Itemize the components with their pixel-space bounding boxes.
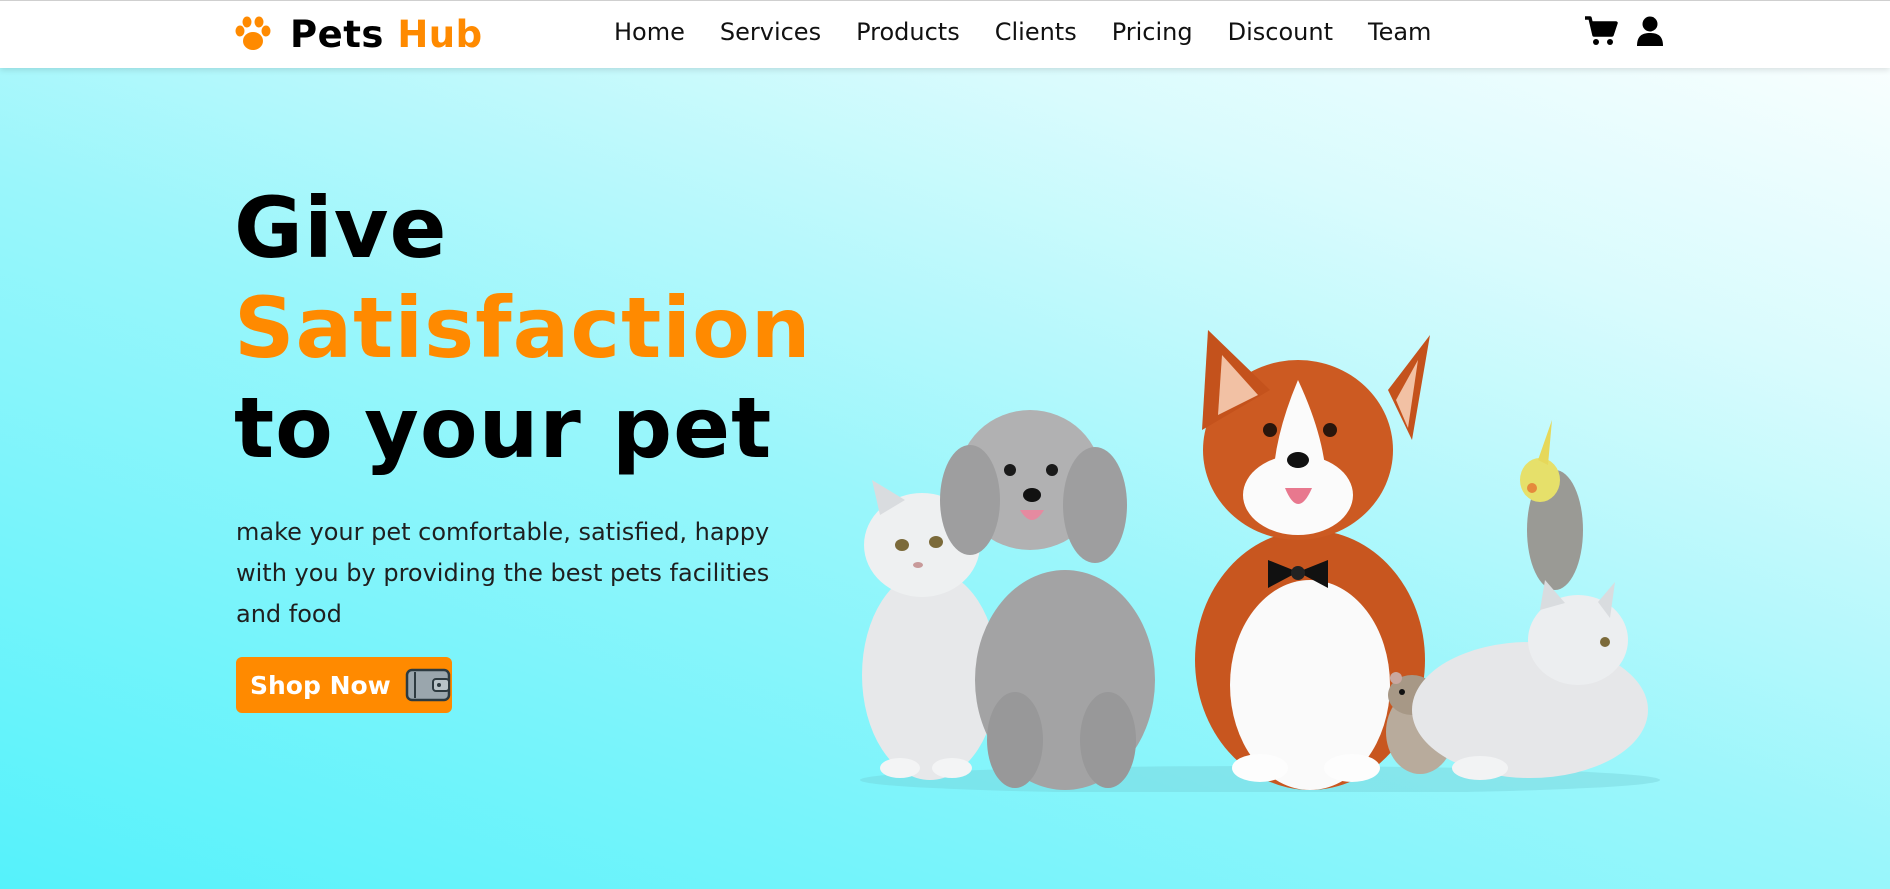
brand-name: Pets Hub [290, 13, 483, 56]
hero-title-line2: Satisfaction [234, 279, 812, 377]
navbar: Pets Hub Home Services Products Clients … [0, 0, 1890, 68]
user-icon[interactable] [1636, 16, 1664, 46]
nav-link-team[interactable]: Team [1368, 17, 1431, 47]
nav-link-services[interactable]: Services [720, 17, 821, 47]
nav-links: Home Services Products Clients Pricing D… [614, 17, 1466, 47]
hero-title-line1: Give [234, 179, 448, 277]
nav-link-pricing[interactable]: Pricing [1112, 17, 1193, 47]
hero-description: make your pet comfortable, satisfied, ha… [236, 518, 770, 628]
brand-name-part2: Hub [397, 12, 483, 56]
nav-link-home[interactable]: Home [614, 17, 685, 47]
wallet-icon [405, 668, 451, 702]
pets-illustration [860, 330, 1660, 792]
nav-link-clients[interactable]: Clients [995, 17, 1077, 47]
paw-icon [235, 16, 271, 50]
nav-link-discount[interactable]: Discount [1228, 17, 1333, 47]
cat-illustration-right [1412, 580, 1648, 780]
hero-title: Give Satisfaction to your pet [234, 178, 812, 478]
nav-icons [1584, 15, 1664, 47]
cart-icon[interactable] [1584, 15, 1618, 47]
brand-name-part1: Pets [290, 12, 384, 56]
nav-link-products[interactable]: Products [856, 17, 960, 47]
brand-logo[interactable]: Pets Hub [234, 11, 483, 57]
cockatiel-illustration [1520, 420, 1583, 590]
shop-now-button[interactable]: Shop Now [236, 657, 452, 713]
hero-title-line3: to your pet [234, 379, 773, 477]
shop-now-label: Shop Now [250, 670, 391, 700]
